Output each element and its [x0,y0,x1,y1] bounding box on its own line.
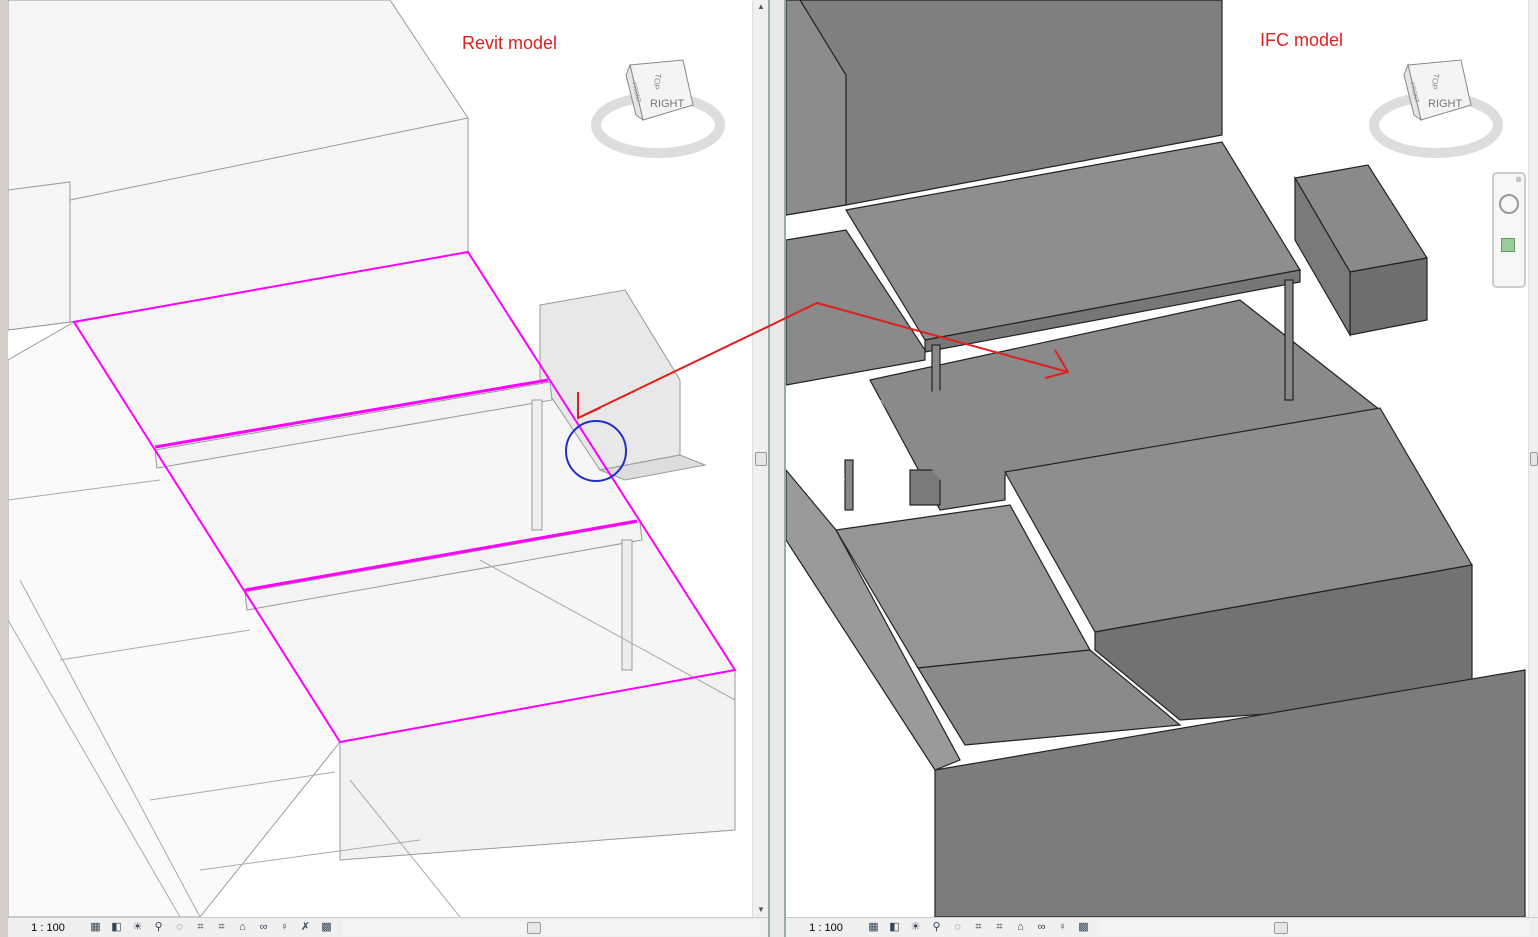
reveal-hidden-icon[interactable]: ♀ [1055,921,1070,934]
crop-view-icon[interactable]: ⌗ [971,921,986,934]
view-cube-right-face[interactable]: RIGHT [1428,98,1463,110]
visual-style-icon[interactable]: ◧ [109,921,124,934]
detail-level-icon[interactable]: ▦ [88,921,103,934]
view-cube[interactable]: RIGHT TOP FRONT [1366,55,1506,160]
right-horizontal-scrollbar[interactable] [1099,920,1530,935]
ifc-model-label: IFC model [1260,30,1344,50]
revit-3d-view[interactable]: Revit model RIGHT TOP FRONT [8,0,752,917]
left-view-control-bar: 1 : 100 ▦ ◧ ☀ ⚲ ◌ ⌗ ⌗ ⌂ ∞ ♀ ✗ ▩ [8,917,768,937]
shadows-icon[interactable]: ⚲ [151,921,166,934]
temporary-hide-icon[interactable]: ∞ [1034,921,1049,934]
rendering-icon[interactable]: ◌ [172,921,187,934]
analytical-icon[interactable]: ▩ [319,921,334,934]
worksharing-icon[interactable]: ✗ [298,921,313,934]
sun-path-icon[interactable]: ☀ [130,921,145,934]
ifc-3d-view[interactable]: IFC model RIGHT TOP FRONT [786,0,1528,917]
lock-3d-icon[interactable]: ⌂ [1013,921,1028,934]
crop-view-icon[interactable]: ⌗ [193,921,208,934]
zoom-icon[interactable] [1501,238,1515,252]
navigation-bar[interactable]: ⊗ [1492,172,1526,288]
sun-path-icon[interactable]: ☀ [908,921,923,934]
visual-style-icon[interactable]: ◧ [887,921,902,934]
right-view-control-bar: 1 : 100 ▦ ◧ ☀ ⚲ ◌ ⌗ ⌗ ⌂ ∞ ♀ ▩ [786,917,1538,937]
reveal-hidden-icon[interactable]: ♀ [277,921,292,934]
view-splitter[interactable] [768,0,786,937]
left-horizontal-scrollbar[interactable] [342,920,760,935]
revit-model-label: Revit model [462,33,558,53]
steering-wheel-icon[interactable] [1499,194,1519,214]
analytical-icon[interactable]: ▩ [1076,921,1091,934]
close-icon[interactable]: ⊗ [1515,175,1522,184]
shadows-icon[interactable]: ⚲ [929,921,944,934]
show-crop-icon[interactable]: ⌗ [214,921,229,934]
right-vertical-scrollbar[interactable] [1528,0,1538,917]
detail-level-icon[interactable]: ▦ [866,921,881,934]
lock-3d-icon[interactable]: ⌂ [235,921,250,934]
view-cube-right-face[interactable]: RIGHT [650,98,685,110]
view-cube[interactable]: RIGHT TOP FRONT [588,55,728,160]
left-vertical-scrollbar[interactable]: ▲ ▼ [752,0,768,917]
view-scale[interactable]: 1 : 100 [786,922,866,934]
rendering-icon[interactable]: ◌ [950,921,965,934]
show-crop-icon[interactable]: ⌗ [992,921,1007,934]
view-scale[interactable]: 1 : 100 [8,922,88,934]
temporary-hide-icon[interactable]: ∞ [256,921,271,934]
